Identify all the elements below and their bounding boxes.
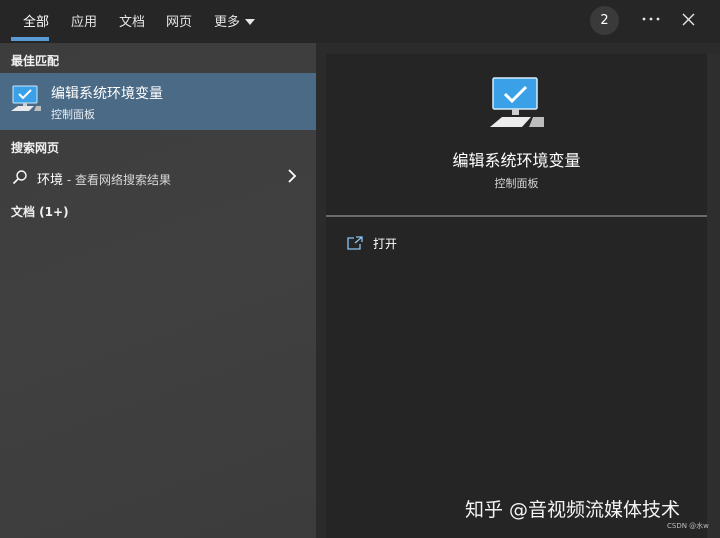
preview-title: 编辑系统环境变量 — [452, 151, 581, 170]
tab-web[interactable]: 网页 — [166, 11, 192, 30]
close-icon[interactable] — [676, 8, 700, 30]
search-web-heading: 搜索网页 — [11, 141, 60, 155]
web-search-term: 环境 — [37, 173, 64, 188]
preview-divider — [326, 215, 707, 217]
chevron-right-icon[interactable] — [285, 167, 299, 185]
tab-all[interactable]: 全部 — [23, 11, 49, 30]
web-search-hint: - 查看网络搜索结果 — [63, 173, 171, 187]
search-icon — [12, 169, 28, 185]
preview-subtitle: 控制面板 — [494, 177, 539, 190]
monitor-check-icon — [487, 75, 547, 131]
top-tab-bar: 全部 应用 文档 网页 更多 2 — [0, 0, 720, 43]
monitor-check-icon — [10, 84, 42, 114]
best-match-heading: 最佳匹配 — [11, 54, 60, 68]
tab-more-label: 更多 — [214, 15, 241, 30]
active-tab-indicator — [11, 37, 49, 41]
background-edge — [707, 54, 720, 538]
csdn-watermark: CSDN @水w — [667, 522, 709, 530]
best-match-subtitle: 控制面板 — [51, 108, 95, 121]
tab-more[interactable]: 更多 — [214, 11, 256, 30]
preview-pane: 编辑系统环境变量 控制面板 打开 — [326, 54, 707, 538]
results-pane: 最佳匹配 编辑系统环境变量 控制面板 搜索网页 环境 - 查看网络搜索结果 文档… — [0, 43, 316, 538]
open-action[interactable]: 打开 — [344, 232, 544, 254]
open-action-label: 打开 — [373, 237, 398, 251]
chevron-down-icon — [245, 18, 256, 25]
rewards-badge[interactable]: 2 — [590, 6, 619, 35]
best-match-title: 编辑系统环境变量 — [51, 86, 163, 102]
best-match-item[interactable]: 编辑系统环境变量 控制面板 — [0, 73, 316, 130]
tab-documents[interactable]: 文档 — [119, 11, 145, 30]
web-search-item[interactable]: 环境 - 查看网络搜索结果 — [0, 164, 316, 192]
documents-heading[interactable]: 文档 (1+) — [11, 203, 69, 220]
open-external-icon — [347, 235, 363, 250]
tab-apps[interactable]: 应用 — [71, 11, 97, 30]
zhihu-watermark: 知乎 @音视频流媒体技术 — [465, 499, 681, 521]
ellipsis-icon[interactable] — [638, 8, 664, 30]
